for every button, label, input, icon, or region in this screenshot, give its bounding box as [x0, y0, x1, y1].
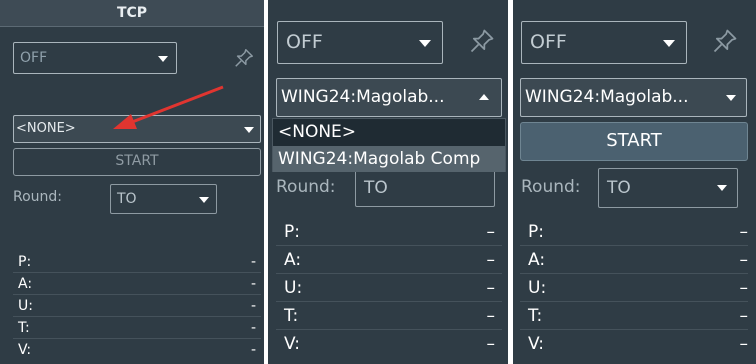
row-label-v: V: [284, 334, 300, 354]
pin-icon[interactable] [233, 47, 255, 69]
row-divider [276, 329, 502, 330]
row-divider [13, 338, 261, 339]
row-divider [276, 273, 502, 274]
row-value-a: - [250, 276, 256, 292]
row-label-v: V: [528, 334, 544, 354]
round-select-value: TO [117, 191, 137, 207]
chevron-up-icon [479, 94, 489, 100]
device-dropdown-menu: <NONE> WING24:Magolab Comp [272, 118, 506, 172]
round-select[interactable]: TO [598, 168, 738, 208]
panel-2: OFF WING24:Magolab... Round: TO P: – A: … [268, 0, 508, 364]
device-select-value: <NONE> [16, 121, 76, 136]
round-label: Round: [13, 189, 63, 205]
start-button[interactable]: START [13, 148, 261, 176]
annotation-arrow [113, 85, 224, 129]
pin-icon[interactable] [711, 27, 739, 55]
row-label-p: P: [18, 254, 32, 270]
device-select-value: WING24:Magolab... [281, 87, 445, 107]
row-value-p: – [739, 222, 749, 242]
row-label-a: A: [528, 250, 546, 270]
round-label: Round: [521, 177, 581, 197]
row-value-v: – [739, 334, 749, 354]
chevron-down-icon [199, 197, 209, 203]
panel-3: OFF WING24:Magolab... START Round: TO P:… [513, 0, 756, 364]
row-value-p: - [250, 254, 256, 270]
row-label-v: V: [18, 342, 32, 358]
device-select[interactable]: WING24:Magolab... [520, 78, 747, 117]
row-divider [276, 245, 502, 246]
round-select-value: TO [364, 178, 388, 198]
row-value-u: – [739, 278, 749, 298]
row-label-u: U: [284, 278, 303, 298]
menu-item-none[interactable]: <NONE> [273, 119, 505, 145]
chevron-down-icon [663, 40, 675, 47]
row-divider [276, 301, 502, 302]
mode-select-value: OFF [286, 31, 323, 53]
chevron-down-icon [419, 40, 431, 47]
panel-1: TCP OFF <NONE> START Round: TO P: - A: -… [0, 0, 264, 364]
chevron-down-icon [717, 185, 727, 191]
row-divider [520, 329, 748, 330]
row-label-p: P: [284, 222, 300, 242]
device-select[interactable]: WING24:Magolab... [276, 78, 502, 117]
round-select-value: TO [607, 178, 631, 198]
device-select-value: WING24:Magolab... [525, 87, 689, 107]
row-value-t: – [486, 306, 496, 326]
mode-select-value: OFF [20, 50, 48, 66]
row-label-a: A: [284, 250, 302, 270]
row-value-a: – [739, 250, 749, 270]
mode-select[interactable]: OFF [521, 21, 687, 64]
row-divider [520, 245, 748, 246]
row-label-a: A: [18, 276, 33, 292]
row-value-v: – [486, 334, 496, 354]
panel-title: TCP [0, 0, 264, 27]
round-label: Round: [276, 177, 336, 197]
chevron-down-icon [244, 127, 254, 133]
round-select[interactable]: TO [355, 169, 495, 207]
mode-select[interactable]: OFF [13, 42, 177, 74]
row-value-u: - [250, 298, 256, 314]
row-value-t: – [739, 306, 749, 326]
menu-item-wing24[interactable]: WING24:Magolab Comp [273, 146, 505, 172]
row-divider [13, 316, 261, 317]
row-label-t: T: [528, 306, 543, 326]
pin-icon[interactable] [468, 27, 496, 55]
row-label-u: U: [18, 298, 33, 314]
row-value-a: – [486, 250, 496, 270]
row-value-u: – [486, 278, 496, 298]
row-label-u: U: [528, 278, 547, 298]
start-button-label: START [115, 153, 159, 169]
mode-select-value: OFF [530, 31, 567, 53]
row-label-t: T: [18, 320, 30, 336]
chevron-down-icon [726, 95, 736, 101]
chevron-down-icon [158, 56, 168, 62]
start-button[interactable]: START [520, 122, 748, 161]
row-divider [13, 294, 261, 295]
row-value-v: - [250, 342, 256, 358]
row-value-p: – [486, 222, 496, 242]
row-value-t: - [250, 320, 256, 336]
row-label-t: T: [284, 306, 299, 326]
row-divider [520, 273, 748, 274]
row-divider [13, 272, 261, 273]
start-button-label: START [606, 130, 662, 151]
row-label-p: P: [528, 222, 544, 242]
row-divider [520, 301, 748, 302]
mode-select[interactable]: OFF [277, 21, 443, 64]
round-select[interactable]: TO [110, 184, 217, 214]
